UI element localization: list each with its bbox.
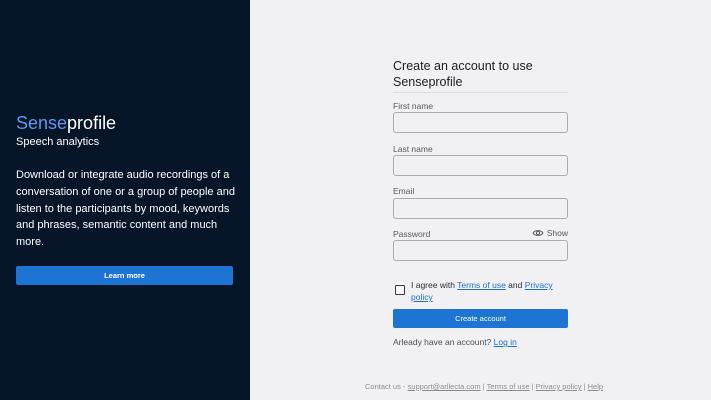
signup-form: Create an account to use Senseprofile Fi… <box>393 58 568 347</box>
first-name-label: First name <box>393 101 434 111</box>
eye-icon <box>532 229 544 237</box>
footer-contact: Contact us - <box>365 382 408 391</box>
show-label: Show <box>546 228 568 238</box>
show-password-toggle[interactable]: Show <box>532 228 568 238</box>
log-in-link[interactable]: Log in <box>494 337 517 347</box>
form-title: Create an account to use Senseprofile <box>393 58 568 93</box>
terms-of-use-link[interactable]: Terms of use <box>457 280 506 290</box>
password-input[interactable] <box>393 240 568 261</box>
agree-prefix: I agree with <box>411 280 458 290</box>
terms-agreement: I agree with Terms of use and Privacy po… <box>393 279 568 303</box>
last-name-input[interactable] <box>393 155 568 176</box>
first-name-input[interactable] <box>393 112 568 133</box>
footer-terms-link[interactable]: Terms of use <box>487 382 530 391</box>
email-input[interactable] <box>393 198 568 219</box>
brand-accent: Sense <box>16 113 68 133</box>
have-account-text: Arleady have an account? <box>393 337 494 347</box>
product-description: Download or integrate audio recordings o… <box>16 169 235 249</box>
agree-and: and <box>505 280 525 290</box>
agree-checkbox[interactable] <box>395 285 405 295</box>
footer-email-link[interactable]: support@arllecta.com <box>408 382 481 391</box>
brand-rest: profile <box>67 113 117 133</box>
brand-logo: Senseprofile <box>16 112 116 134</box>
password-label: Password <box>393 229 431 239</box>
learn-more-button[interactable]: Learn more <box>16 266 233 285</box>
login-prompt: Arleady have an account? Log in <box>393 337 517 347</box>
footer-privacy-link[interactable]: Privacy policy <box>536 382 582 391</box>
last-name-label: Last name <box>393 144 433 154</box>
footer-help-link[interactable]: Help <box>588 382 603 391</box>
footer: Contact us - support@arllecta.com | Term… <box>365 382 603 391</box>
agree-text: I agree with Terms of use and Privacy po… <box>411 279 568 303</box>
intro-panel: Senseprofile Speech analytics Download o… <box>0 0 250 400</box>
email-label: Email <box>393 186 415 196</box>
create-account-button[interactable]: Create account <box>393 309 568 328</box>
tagline: Speech analytics <box>16 136 100 148</box>
